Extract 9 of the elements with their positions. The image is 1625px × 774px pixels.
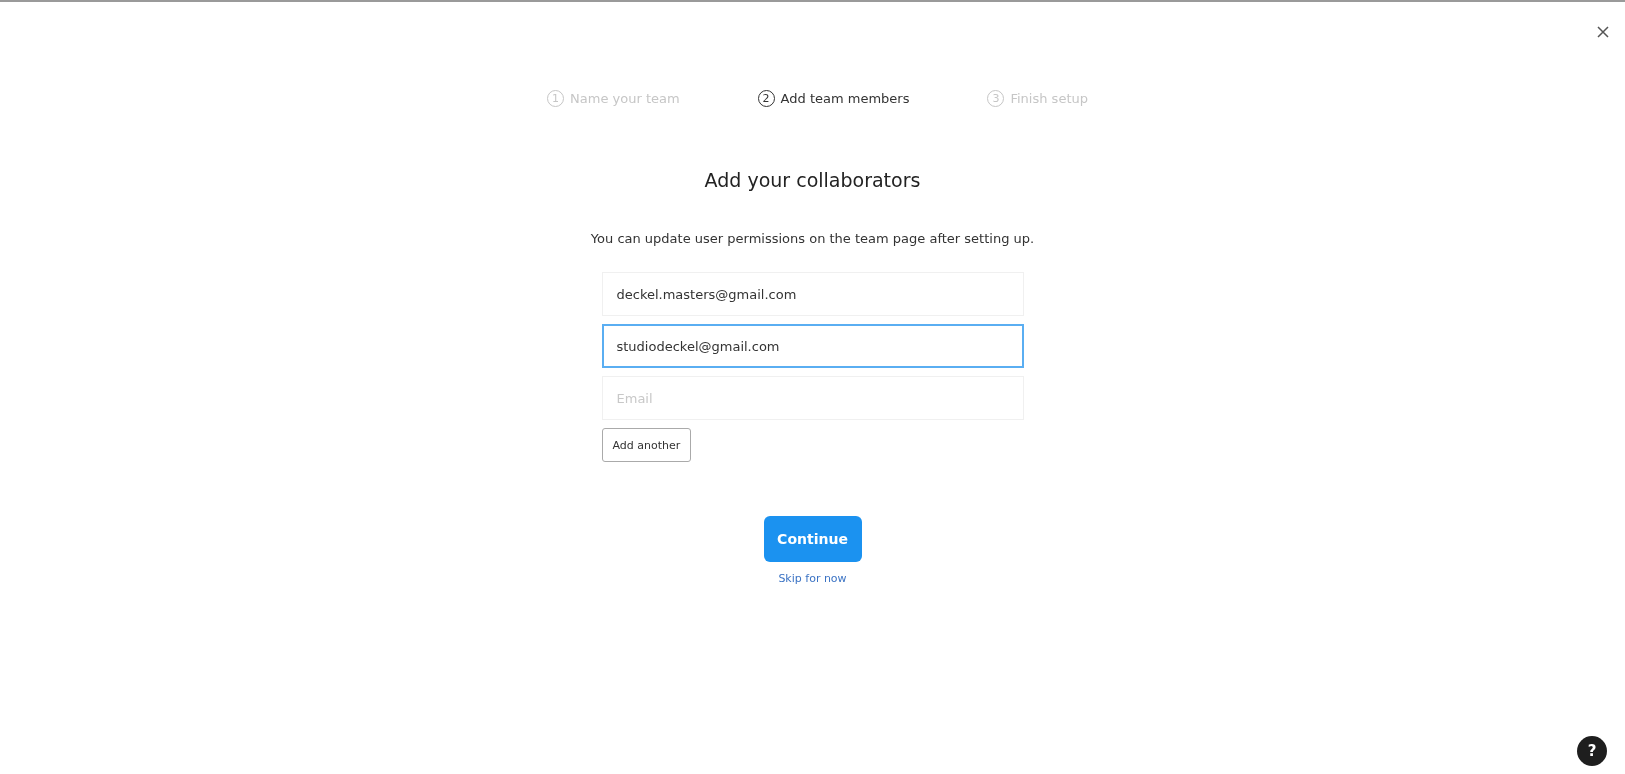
- skip-link[interactable]: Skip for now: [778, 572, 847, 585]
- subtitle-text: You can update user permissions on the team page after setting up.: [590, 231, 1035, 246]
- add-another-button[interactable]: Add another: [601, 428, 692, 462]
- close-icon[interactable]: [1597, 26, 1609, 38]
- email-field[interactable]: studiodeckel@gmail.com: [601, 324, 1024, 368]
- help-button[interactable]: ?: [1577, 736, 1607, 766]
- step-tab[interactable]: 2 Add team members: [757, 90, 910, 107]
- email-field[interactable]: deckel.masters@gmail.com: [601, 272, 1024, 316]
- page-title: Add your collaborators: [704, 169, 921, 191]
